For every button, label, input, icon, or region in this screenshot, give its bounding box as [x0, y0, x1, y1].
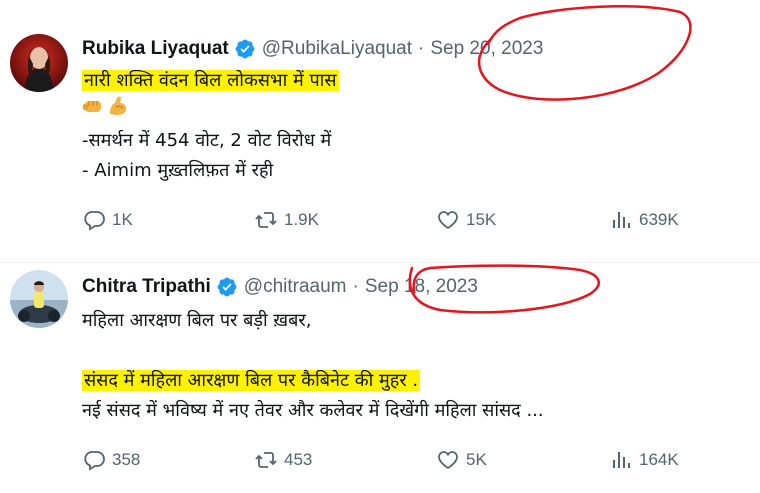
repost-icon: [255, 452, 277, 468]
reply-icon: [84, 451, 105, 471]
repost-button[interactable]: 1.9K: [254, 208, 319, 232]
tweet-header: Rubika Liyaquat @RubikaLiyaquat · Sep 20…: [82, 38, 543, 60]
tweet-text: महिला आरक्षण बिल पर बड़ी ख़बर, संसद में …: [82, 306, 544, 426]
reply-count: 358: [112, 450, 141, 469]
text-line: महिला आरक्षण बिल पर बड़ी ख़बर,: [82, 310, 312, 331]
reply-icon: [84, 211, 105, 231]
fist-icon: [82, 95, 104, 127]
tweet-actions: 358 453 5K 164K: [82, 448, 694, 472]
tweet-rubika[interactable]: Rubika Liyaquat @RubikaLiyaquat · Sep 20…: [0, 0, 760, 263]
tweet-date[interactable]: Sep 18, 2023: [365, 276, 478, 298]
flexed-biceps-icon: [106, 94, 130, 128]
avatar[interactable]: [10, 34, 68, 92]
views-icon: [613, 212, 630, 228]
author-handle[interactable]: @chitraaum: [244, 276, 347, 298]
verified-badge-icon: [216, 276, 238, 298]
views-button[interactable]: 164K: [609, 448, 679, 472]
repost-icon: [255, 212, 277, 228]
tweet-actions: 1K 1.9K 15K 639K: [82, 208, 694, 232]
author-handle[interactable]: @RubikaLiyaquat: [262, 38, 412, 60]
view-count: 164K: [639, 450, 679, 469]
views-button[interactable]: 639K: [609, 208, 679, 232]
tweet-chitra[interactable]: Chitra Tripathi @chitraaum · Sep 18, 202…: [0, 262, 760, 493]
avatar[interactable]: [10, 270, 68, 328]
like-count: 15K: [466, 210, 497, 229]
heart-icon: [438, 451, 458, 470]
views-icon: [613, 452, 630, 468]
tweet-date[interactable]: Sep 20, 2023: [430, 38, 543, 60]
like-button[interactable]: 15K: [436, 208, 496, 232]
reply-count: 1K: [112, 210, 133, 229]
text-line: नई संसद में भविष्य में नए तेवर और कलेवर …: [82, 400, 544, 421]
author-name[interactable]: Rubika Liyaquat: [82, 38, 229, 60]
text-line: - Aimim मुख़्तलिफ़त में रही: [82, 160, 274, 181]
text-line: -समर्थन में 454 वोट, 2 वोट विरोध में: [82, 130, 332, 151]
like-button[interactable]: 5K: [436, 448, 487, 472]
emoji-row: [82, 96, 130, 126]
verified-badge-icon: [234, 38, 256, 60]
view-count: 639K: [639, 210, 679, 229]
repost-count: 1.9K: [284, 210, 319, 229]
like-count: 5K: [466, 450, 487, 469]
tweet-text: नारी शक्ति वंदन बिल लोकसभा में पास -समर्…: [82, 66, 339, 186]
tweet-header: Chitra Tripathi @chitraaum · Sep 18, 202…: [82, 276, 478, 298]
reply-button[interactable]: 358: [82, 448, 140, 472]
reply-button[interactable]: 1K: [82, 208, 133, 232]
repost-button[interactable]: 453: [254, 448, 312, 472]
separator: ·: [352, 276, 359, 297]
separator: ·: [418, 38, 425, 59]
highlighted-text: नारी शक्ति वंदन बिल लोकसभा में पास: [82, 70, 339, 91]
heart-icon: [438, 211, 458, 230]
highlighted-text: संसद में महिला आरक्षण बिल पर कैबिनेट की …: [82, 370, 421, 391]
author-name[interactable]: Chitra Tripathi: [82, 276, 211, 298]
repost-count: 453: [284, 450, 313, 469]
